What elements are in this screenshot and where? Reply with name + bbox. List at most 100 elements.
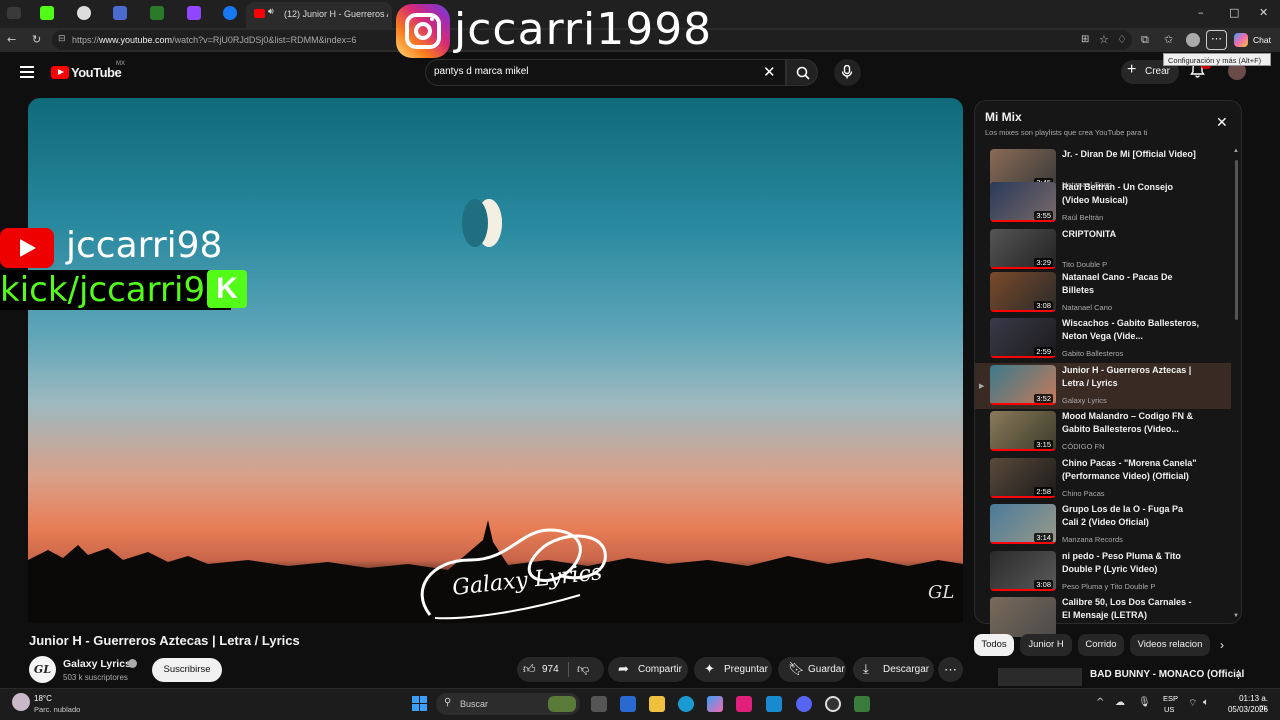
country-code: MX (116, 61, 125, 67)
wifi-icon[interactable]: ⌔ (1188, 697, 1197, 710)
share-button[interactable]: ➦ Compartir (608, 657, 688, 682)
back-icon[interactable]: ← (7, 33, 16, 46)
favorites-icon[interactable]: ✩ (1164, 33, 1173, 46)
store-icon[interactable] (620, 696, 636, 712)
playlist-item[interactable]: 2:58 Chino Pacas - "Morena Canela" (Perfo… (975, 456, 1231, 502)
playlist-item[interactable]: 3:08 ni pedo - Peso Pluma & Tito Double P… (975, 549, 1231, 595)
settings-more-button[interactable]: ⋯ (1206, 30, 1227, 50)
save-button[interactable]: 🔖︎ Guardar (778, 657, 846, 682)
playlist-item-thumbnail[interactable]: 3:15 (990, 411, 1056, 451)
playlist-item-thumbnail[interactable]: 2:59 (990, 318, 1056, 358)
related-video-thumbnail[interactable] (998, 668, 1082, 686)
task-view-icon[interactable] (591, 696, 607, 712)
refresh-icon[interactable]: ↻ (32, 33, 41, 46)
tray-overflow-icon[interactable]: ^ (1096, 697, 1104, 708)
onedrive-icon[interactable]: ☁ (1115, 697, 1125, 708)
keyboard-layout[interactable]: US (1164, 705, 1174, 714)
copilot-app-icon[interactable] (707, 696, 723, 712)
weather-temperature[interactable]: 18°C (34, 694, 52, 703)
voice-search-button[interactable] (834, 59, 861, 86)
channel-watermark[interactable]: GL (928, 582, 954, 603)
start-button[interactable] (412, 696, 427, 711)
chips-next-icon[interactable]: › (1220, 638, 1224, 652)
browser-app-icon[interactable] (766, 696, 782, 712)
like-button[interactable]: 👍︎ 974 (517, 657, 567, 682)
tiktok-icon[interactable] (736, 696, 752, 712)
mic-tray-icon[interactable]: 🎙︎ (1138, 697, 1151, 708)
minimize-icon[interactable]: – (1198, 6, 1204, 19)
subscribe-button[interactable]: Suscribirse (152, 658, 222, 682)
playlist-item[interactable]: 3:08 Natanael Cano - Pacas De Billetes Nat… (975, 270, 1231, 316)
playlist-item-thumbnail[interactable] (990, 597, 1056, 637)
create-label: Crear (1145, 66, 1171, 77)
discord-icon[interactable] (796, 696, 812, 712)
playlist-item-thumbnail[interactable]: 3:52 (990, 365, 1056, 405)
playlist-scrollbar[interactable] (1235, 160, 1238, 320)
dislike-button[interactable]: 👎︎ (572, 657, 602, 682)
notification-icon[interactable]: ♢ (1117, 33, 1127, 46)
speaker-icon[interactable]: 🔊︎ (268, 7, 274, 17)
search-button[interactable] (786, 59, 818, 86)
edge-icon[interactable] (678, 696, 694, 712)
close-window-icon[interactable]: ✕ (1259, 6, 1268, 19)
weather-icon[interactable] (12, 693, 30, 711)
taskbar-search-highlight-icon[interactable] (548, 696, 576, 712)
weather-description[interactable]: Parc. nublado (34, 705, 80, 714)
copilot-chat-label[interactable]: Chat (1253, 35, 1271, 45)
tab-facebook-favicon[interactable] (223, 6, 237, 20)
channel-avatar[interactable]: GL (29, 656, 56, 683)
maximize-icon[interactable]: □ (1229, 6, 1239, 19)
chip-junior-h[interactable]: Junior H (1020, 634, 1072, 656)
chip-related-videos[interactable]: Videos relacion (1130, 634, 1210, 656)
more-actions-button[interactable]: ⋯ (938, 657, 963, 682)
profile-icon[interactable] (1186, 33, 1200, 47)
playlist-item-thumbnail[interactable]: 3:29 (990, 229, 1056, 269)
playlist-item[interactable]: 3:15 Mood Malandro – Codigo FN & Gabito B… (975, 409, 1231, 455)
playlist-item-thumbnail[interactable]: 3:55 (990, 182, 1056, 222)
playlist-item[interactable]: ▶ 3:52 Junior H - Guerreros Aztecas | Letr… (975, 363, 1231, 409)
file-explorer-icon[interactable] (649, 696, 665, 712)
taskbar-date[interactable]: 05/03/2026 (1218, 705, 1268, 714)
volume-icon[interactable]: 🔈︎ (1203, 697, 1209, 708)
search-query-text[interactable]: pantys d marca mikel (434, 66, 528, 77)
tab-twitch-favicon[interactable] (187, 6, 201, 20)
hamburger-menu-icon[interactable] (20, 66, 34, 78)
playlist-item[interactable]: 2:59 Wiscachos - Gabito Ballesteros, Neto… (975, 316, 1231, 362)
tab-favicon-2[interactable] (77, 6, 91, 20)
app-icon-green[interactable] (854, 696, 870, 712)
related-video-title[interactable]: BAD BUNNY - MONACO (Official (1090, 669, 1244, 680)
tab-list-icon[interactable] (7, 7, 21, 19)
site-info-icon[interactable]: ⊟ (58, 34, 66, 44)
playlist-item-thumbnail[interactable]: 2:58 (990, 458, 1056, 498)
youtube-wordmark[interactable]: YouTube (71, 65, 122, 80)
tab-favicon-4[interactable] (150, 6, 164, 20)
tab-favicon-3[interactable] (113, 6, 127, 20)
copilot-icon[interactable] (1234, 33, 1248, 47)
related-more-icon[interactable]: ⋮ (1233, 668, 1244, 681)
chip-all[interactable]: Todos (974, 634, 1014, 656)
favorite-star-icon[interactable]: ☆ (1099, 33, 1109, 46)
app-available-icon[interactable]: ⊞ (1081, 34, 1089, 45)
clear-search-icon[interactable]: ✕ (763, 63, 776, 81)
bookmark-icon: 🔖︎ (788, 662, 805, 677)
extensions-icon[interactable]: ⧉ (1141, 33, 1149, 47)
tab-kick-favicon[interactable] (40, 6, 54, 20)
playlist-scroll-up-icon[interactable]: ▲ (1233, 148, 1239, 154)
obs-icon[interactable] (825, 696, 841, 712)
playlist-item[interactable]: 3:29 CRIPTONITA Tito Double P (975, 227, 1231, 273)
input-language[interactable]: ESP (1163, 694, 1178, 703)
youtube-logo-icon[interactable] (51, 66, 69, 79)
download-button[interactable]: ⤓ Descargar (853, 657, 934, 682)
active-tab[interactable]: 🔊︎ (12) Junior H - Guerreros Azte (246, 2, 392, 28)
chip-corrido[interactable]: Corrido (1078, 634, 1124, 656)
channel-name[interactable]: Galaxy Lyrics (63, 658, 131, 670)
playlist-scroll-down-icon[interactable]: ▼ (1233, 613, 1239, 619)
playlist-item[interactable]: 3:14 Grupo Los de la O - Fuga Pa Cali 2 (… (975, 502, 1231, 548)
playlist-item-thumbnail[interactable]: 3:08 (990, 272, 1056, 312)
playlist-item-thumbnail[interactable]: 3:08 (990, 551, 1056, 591)
playlist-item[interactable]: 3:55 Raúl Beltrán - Un Consejo (Video Mus… (975, 180, 1231, 226)
taskbar-search-placeholder[interactable]: Buscar (460, 699, 488, 709)
close-playlist-icon[interactable]: ✕ (1216, 114, 1228, 131)
ask-button[interactable]: ✦ Preguntar (694, 657, 772, 682)
playlist-item-thumbnail[interactable]: 3:14 (990, 504, 1056, 544)
